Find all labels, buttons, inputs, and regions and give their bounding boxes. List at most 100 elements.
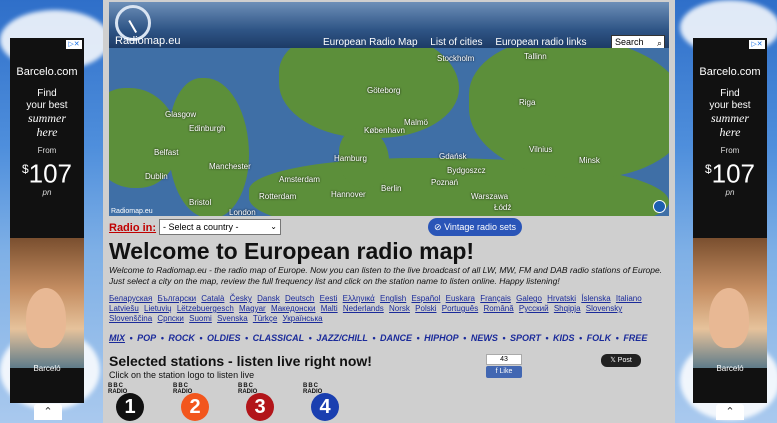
page-title: Welcome to European radio map! [109, 238, 475, 264]
genre-link[interactable]: FREE [623, 333, 647, 343]
language-link[interactable]: Íslenska [581, 294, 610, 303]
city-label[interactable]: Dublin [145, 172, 168, 181]
city-label[interactable]: London [229, 208, 256, 216]
language-link[interactable]: Eesti [320, 294, 338, 303]
genre-link[interactable]: DANCE [380, 333, 412, 343]
site-logo[interactable]: Radiomap.eu [115, 35, 180, 47]
europe-map[interactable]: Stockholm Tallinn Göteborg Riga Glasgow … [109, 48, 669, 216]
language-link[interactable]: Українська [283, 314, 323, 323]
genre-link[interactable]: FOLK [587, 333, 612, 343]
city-label[interactable]: Vilnius [529, 145, 552, 154]
language-link[interactable]: Српски [157, 314, 184, 323]
nav-european-radio-map[interactable]: European Radio Map [323, 37, 418, 48]
city-label[interactable]: Edinburgh [189, 124, 225, 133]
language-link[interactable]: Български [158, 294, 197, 303]
language-link[interactable]: Suomi [189, 314, 212, 323]
language-link[interactable]: Svenska [217, 314, 248, 323]
station-number: 2 [181, 393, 209, 421]
language-link[interactable]: Italiano [616, 294, 642, 303]
city-label[interactable]: Stockholm [437, 54, 474, 63]
city-label[interactable]: Belfast [154, 148, 178, 157]
city-label[interactable]: Göteborg [367, 86, 400, 95]
language-link[interactable]: Lëtzebuergesch [177, 304, 234, 313]
city-label[interactable]: Gdańsk [439, 152, 467, 161]
language-link[interactable]: Česky [230, 294, 252, 303]
genre-separator: • [414, 333, 423, 343]
country-select[interactable]: - Select a country - ⌄ [159, 219, 281, 235]
city-label[interactable]: Glasgow [165, 110, 196, 119]
genre-link[interactable]: NEWS [471, 333, 498, 343]
genre-link[interactable]: POP [137, 333, 156, 343]
station-logo[interactable]: BBC RADIO 1 [108, 383, 144, 423]
language-link[interactable]: Lietuvių [144, 304, 172, 313]
map-credit: Radiomap.eu [111, 208, 153, 215]
nav-list-of-cities[interactable]: List of cities [430, 37, 482, 48]
right-ad[interactable]: ▷✕ Barcelo.com Find your best summer here … [693, 38, 767, 403]
language-link[interactable]: Dansk [257, 294, 280, 303]
search-input[interactable]: Search ⌕ [611, 35, 665, 49]
city-label[interactable]: Manchester [209, 162, 251, 171]
language-link[interactable]: Euskara [446, 294, 475, 303]
city-label[interactable]: København [364, 126, 405, 135]
language-link[interactable]: Ελληνικά [343, 294, 375, 303]
language-link[interactable]: Polski [415, 304, 436, 313]
genre-link[interactable]: MIX [109, 333, 125, 343]
language-link[interactable]: Nederlands [343, 304, 384, 313]
city-label[interactable]: Warszawa [471, 192, 508, 201]
genre-link[interactable]: JAZZ/CHILL [316, 333, 368, 343]
language-link[interactable]: Latviešu [109, 304, 139, 313]
station-logo[interactable]: BBC RADIO 2 [173, 383, 209, 423]
nav-european-radio-links[interactable]: European radio links [495, 37, 586, 48]
language-link[interactable]: Português [442, 304, 478, 313]
language-link[interactable]: Türkçe [253, 314, 277, 323]
city-label[interactable]: Berlin [381, 184, 401, 193]
genre-link[interactable]: OLDIES [207, 333, 241, 343]
collapse-ad-button[interactable]: ⌃ [716, 404, 744, 420]
facebook-like-widget[interactable]: 43 f Like [486, 354, 522, 378]
globe-icon[interactable] [653, 200, 666, 213]
vintage-radio-sets-button[interactable]: ⊘ Vintage radio sets [428, 218, 522, 236]
city-label[interactable]: Riga [519, 98, 535, 107]
language-link[interactable]: Беларуская [109, 294, 152, 303]
language-link[interactable]: Română [483, 304, 513, 313]
city-label[interactable]: Hamburg [334, 154, 367, 163]
collapse-ad-button[interactable]: ⌃ [34, 404, 62, 420]
genre-link[interactable]: ROCK [168, 333, 195, 343]
facebook-like-button[interactable]: f Like [486, 366, 522, 378]
ad-close-icon[interactable]: ▷✕ [749, 40, 765, 49]
city-label[interactable]: Łódź [494, 203, 511, 212]
ad-close-icon[interactable]: ▷✕ [66, 40, 82, 49]
language-link[interactable]: Català [201, 294, 224, 303]
genre-link[interactable]: HIPHOP [424, 333, 459, 343]
language-link[interactable]: Slovenščina [109, 314, 152, 323]
city-label[interactable]: Tallinn [524, 52, 547, 61]
city-label[interactable]: Bristol [189, 198, 211, 207]
language-link[interactable]: Hrvatski [547, 294, 576, 303]
city-label[interactable]: Minsk [579, 156, 600, 165]
city-label[interactable]: Amsterdam [279, 175, 320, 184]
language-link[interactable]: Français [480, 294, 511, 303]
city-label[interactable]: Malmö [404, 118, 428, 127]
language-link[interactable]: Galego [516, 294, 542, 303]
genre-link[interactable]: SPORT [510, 333, 541, 343]
language-link[interactable]: English [380, 294, 406, 303]
city-label[interactable]: Hannover [331, 190, 366, 199]
tweet-button[interactable]: 𝕏 Post [601, 354, 641, 367]
language-link[interactable]: Македонски [271, 304, 316, 313]
language-link[interactable]: Español [411, 294, 440, 303]
language-link[interactable]: Slovensky [586, 304, 622, 313]
genre-link[interactable]: CLASSICAL [253, 333, 305, 343]
language-link[interactable]: Shqipja [554, 304, 581, 313]
left-ad[interactable]: ▷✕ Barcelo.com Find your best summer here … [10, 38, 84, 403]
station-logo[interactable]: BBC RADIO 4 [303, 383, 339, 423]
language-link[interactable]: Malti [321, 304, 338, 313]
language-link[interactable]: Norsk [389, 304, 410, 313]
genre-link[interactable]: KIDS [553, 333, 575, 343]
language-link[interactable]: Русский [519, 304, 549, 313]
city-label[interactable]: Bydgoszcz [447, 166, 486, 175]
city-label[interactable]: Rotterdam [259, 192, 296, 201]
station-logo[interactable]: BBC RADIO 3 [238, 383, 274, 423]
city-label[interactable]: Poznań [431, 178, 458, 187]
language-link[interactable]: Magyar [239, 304, 266, 313]
language-link[interactable]: Deutsch [285, 294, 314, 303]
